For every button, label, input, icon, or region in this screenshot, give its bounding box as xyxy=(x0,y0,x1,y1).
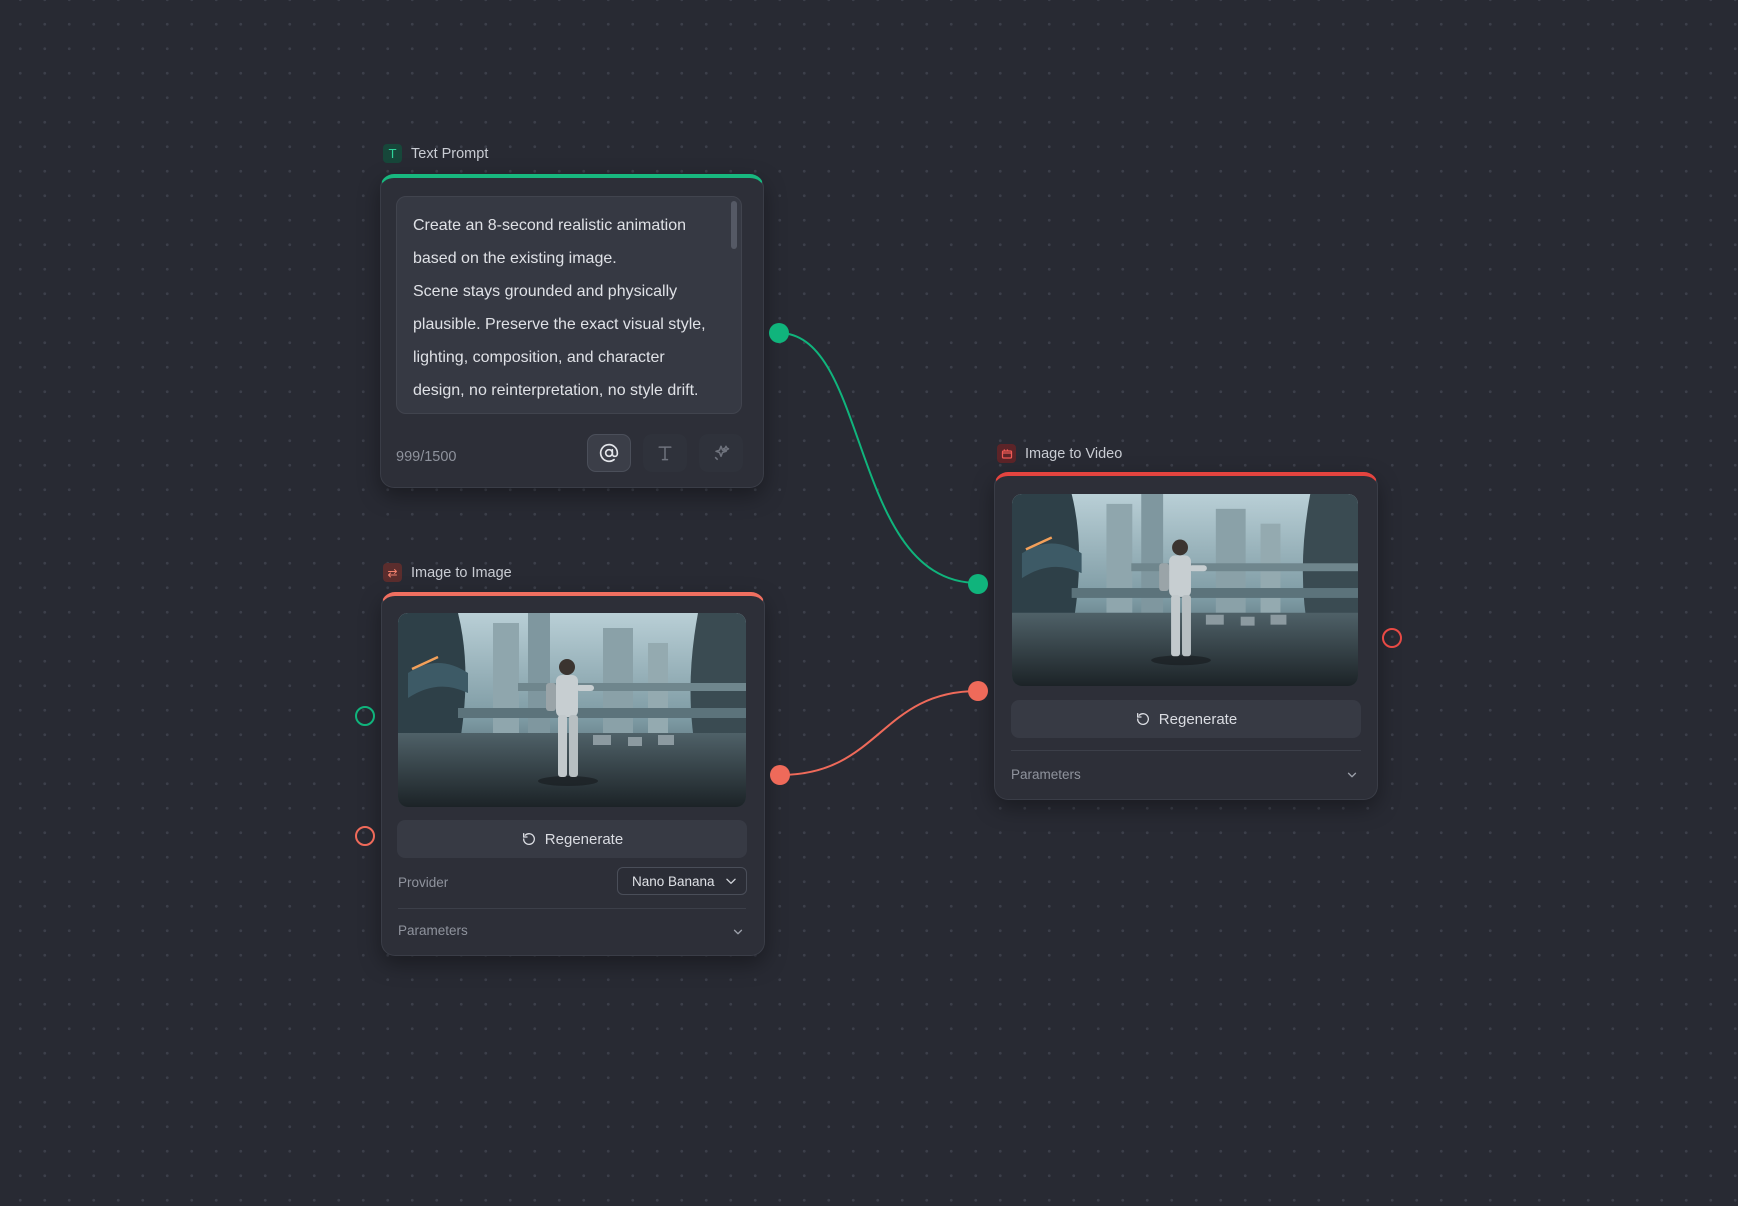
provider-value: Nano Banana xyxy=(632,873,715,889)
image-to-image-prompt-input-port[interactable] xyxy=(355,706,375,726)
char-counter: 999/1500 xyxy=(396,449,457,465)
parameters-label[interactable]: Parameters xyxy=(398,923,468,938)
image-to-video-header[interactable]: Image to Video xyxy=(997,444,1122,463)
image-to-image-output-port[interactable] xyxy=(770,765,790,785)
swap-arrows-icon: ⇄ xyxy=(383,563,402,582)
refresh-icon xyxy=(522,833,535,845)
magic-sparkle-button[interactable] xyxy=(699,434,743,472)
text-t-icon: T xyxy=(383,144,402,163)
scene-image xyxy=(398,613,746,807)
image-to-image-header[interactable]: ⇄ Image to Image xyxy=(383,563,512,582)
scene-image xyxy=(1012,494,1358,686)
text-prompt-title: Text Prompt xyxy=(411,145,489,162)
regenerate-button[interactable]: Regenerate xyxy=(397,820,747,858)
prompt-text[interactable]: Create an 8-second realistic animation b… xyxy=(413,209,713,413)
image-to-image-node[interactable]: Regenerate Provider Nano Banana Paramete… xyxy=(381,592,765,956)
text-format-icon xyxy=(658,446,672,461)
text-prompt-node[interactable]: Create an 8-second realistic animation b… xyxy=(380,174,764,488)
regenerate-label: Regenerate xyxy=(1158,710,1238,728)
regenerate-button[interactable]: Regenerate xyxy=(1011,700,1361,738)
image-to-video-output-port[interactable] xyxy=(1382,628,1402,648)
image-to-video-prompt-input-port[interactable] xyxy=(968,574,988,594)
parameters-label[interactable]: Parameters xyxy=(1011,767,1081,782)
chevron-down-icon[interactable] xyxy=(731,925,745,939)
chevron-down-icon xyxy=(726,878,736,884)
text-format-button[interactable] xyxy=(643,434,687,472)
image-to-video-title: Image to Video xyxy=(1025,445,1123,462)
image-to-image-image-input-port[interactable] xyxy=(355,826,375,846)
mention-icon xyxy=(599,443,619,463)
divider xyxy=(1011,750,1361,751)
regenerate-label: Regenerate xyxy=(544,830,624,848)
image-to-video-node[interactable]: Regenerate Parameters xyxy=(994,472,1378,800)
magic-sparkle-icon xyxy=(714,445,730,461)
image-to-image-title: Image to Image xyxy=(411,564,512,581)
wire-text-to-video[interactable] xyxy=(778,332,979,584)
chevron-down-icon[interactable] xyxy=(1345,768,1359,782)
generated-image[interactable] xyxy=(398,613,746,807)
wire-image-to-video[interactable] xyxy=(779,690,979,776)
provider-label: Provider xyxy=(398,875,449,890)
image-to-video-image-input-port[interactable] xyxy=(968,681,988,701)
refresh-icon xyxy=(1136,713,1149,725)
prompt-textarea[interactable]: Create an 8-second realistic animation b… xyxy=(396,196,742,414)
text-prompt-output-port[interactable] xyxy=(769,323,789,343)
provider-select[interactable]: Nano Banana xyxy=(617,867,747,895)
mention-button[interactable] xyxy=(587,434,631,472)
video-icon xyxy=(997,444,1016,463)
prompt-scrollbar[interactable] xyxy=(731,201,737,249)
connection-wires xyxy=(778,332,979,776)
divider xyxy=(398,908,746,909)
video-preview-image[interactable] xyxy=(1012,494,1358,686)
text-prompt-header[interactable]: T Text Prompt xyxy=(383,144,488,163)
